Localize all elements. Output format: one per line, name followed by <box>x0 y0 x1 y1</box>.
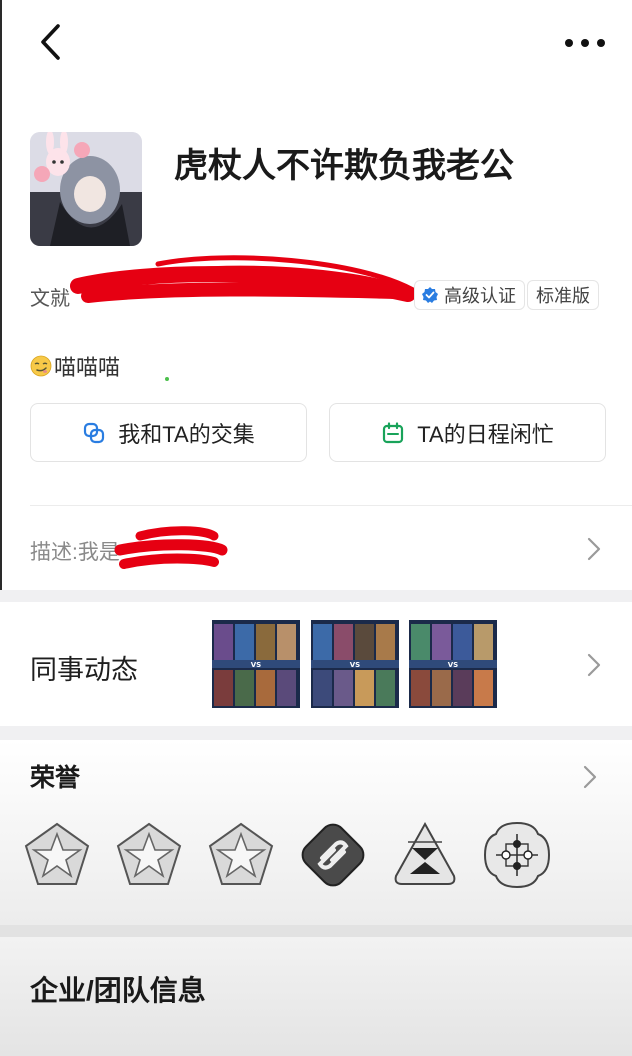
status-label: 喵喵喵 <box>54 355 121 380</box>
profile-name: 虎杖人不许欺负我老公 <box>174 147 514 185</box>
star-medal-icon[interactable] <box>114 820 184 890</box>
hourglass-medal-icon[interactable] <box>390 820 460 890</box>
green-dot <box>165 377 169 381</box>
chevron-right-icon <box>587 537 601 561</box>
chevron-right-icon <box>583 765 597 789</box>
link-medal-icon[interactable] <box>298 820 368 890</box>
intersect-label: 我和TA的交集 <box>118 421 255 447</box>
verified-badge[interactable]: 高级认证 <box>414 280 525 310</box>
game-screenshot-image: VS <box>212 620 300 708</box>
intersect-button[interactable]: 我和TA的交集 <box>30 403 307 462</box>
status-text: 喵喵喵 <box>30 350 120 382</box>
honors-section[interactable]: 荣誉 <box>0 740 632 925</box>
more-dots-icon <box>565 39 605 47</box>
intersect-link-icon <box>84 422 105 443</box>
svg-text:VS: VS <box>448 661 458 669</box>
section-separator <box>0 590 632 602</box>
description-row[interactable]: 描述:我是 <box>0 506 632 590</box>
activity-thumbnail[interactable]: VS <box>212 620 300 708</box>
company-info-section[interactable]: 企业/团队信息 <box>0 937 632 1056</box>
smirk-emoji-icon <box>30 355 52 377</box>
verified-label: 高级认证 <box>444 286 516 306</box>
star-medal-icon[interactable] <box>206 820 276 890</box>
nodes-medal-icon[interactable] <box>482 820 552 890</box>
verified-check-icon <box>422 287 438 303</box>
company-info-title: 企业/团队信息 <box>30 975 206 1006</box>
schedule-button[interactable]: TA的日程闲忙 <box>329 403 606 462</box>
more-options-button[interactable] <box>560 26 610 60</box>
edition-badge: 标准版 <box>527 280 599 310</box>
game-screenshot-image: VS <box>311 620 399 708</box>
section-separator <box>0 726 632 740</box>
colleague-activity-label: 同事动态 <box>30 655 138 685</box>
svg-text:VS: VS <box>251 661 261 669</box>
activity-thumbnail[interactable]: VS <box>409 620 497 708</box>
colleague-activity-row[interactable]: 同事动态 VS VS VS <box>0 602 632 726</box>
game-screenshot-image: VS <box>409 620 497 708</box>
top-bar <box>0 0 632 90</box>
description-text: 描述:我是 <box>30 541 120 564</box>
profile-info-text: 文就 <box>30 288 70 310</box>
section-separator <box>0 925 632 937</box>
activity-thumbnail[interactable]: VS <box>311 620 399 708</box>
star-medal-icon[interactable] <box>22 820 92 890</box>
calendar-icon <box>383 421 404 443</box>
back-button[interactable] <box>34 20 74 64</box>
honors-title: 荣誉 <box>30 764 81 792</box>
avatar-image <box>30 132 142 246</box>
schedule-label: TA的日程闲忙 <box>417 421 554 447</box>
avatar[interactable] <box>30 132 142 246</box>
edition-label: 标准版 <box>536 286 590 306</box>
chevron-left-icon <box>41 24 60 60</box>
svg-text:VS: VS <box>350 661 360 669</box>
chevron-right-icon <box>587 653 601 677</box>
